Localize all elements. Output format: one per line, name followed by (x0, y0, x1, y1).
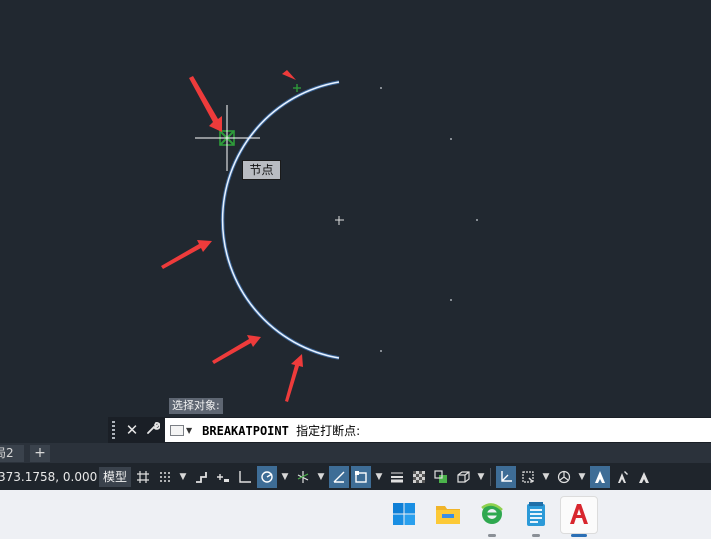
grid-icon[interactable] (133, 466, 153, 488)
running-indicator (488, 534, 496, 537)
arc-center-marker (335, 216, 344, 225)
arc-glow (220, 80, 340, 360)
annotation-scale-icon[interactable] (634, 466, 654, 488)
command-history-prompt: 选择对象: (169, 398, 223, 414)
windows-taskbar (0, 490, 711, 539)
status-bar: 373.1758, 0.0000 模型 ▼ ▼ ▼ ▼ ▼ ▼ ▼ (0, 463, 711, 490)
red-arrow-left (161, 240, 212, 269)
browser-icon[interactable] (477, 499, 507, 529)
add-layout-button[interactable]: + (30, 445, 50, 462)
layout-tab-bar: 局2 + (0, 443, 711, 463)
red-arrow-annotations (161, 70, 303, 402)
command-input[interactable]: ▼ BREAKATPOINT 指定打断点: (165, 418, 711, 442)
isometric-icon[interactable] (293, 466, 313, 488)
autocad-icon[interactable] (564, 499, 594, 529)
drawing-svg (161, 70, 478, 402)
wrench-icon[interactable] (144, 421, 162, 439)
grip-handle-icon[interactable] (112, 421, 120, 439)
lineweight-icon[interactable] (387, 466, 407, 488)
auto-scale-icon[interactable] (612, 466, 632, 488)
running-indicator (532, 534, 540, 537)
chevron-down-icon[interactable]: ▼ (186, 426, 192, 435)
notepad-icon[interactable] (521, 499, 551, 529)
arc-entity[interactable] (221, 81, 340, 359)
canvas-dots (380, 87, 478, 352)
drawing-canvas[interactable]: 节点 选择对象: (0, 0, 711, 443)
chevron-down-icon[interactable]: ▼ (177, 466, 189, 488)
coordinate-readout: 373.1758, 0.0000 (0, 469, 97, 484)
file-explorer-icon[interactable] (433, 499, 463, 529)
dynamic-ucs-icon[interactable] (496, 465, 516, 488)
status-divider (490, 467, 491, 486)
chevron-down-icon[interactable]: ▼ (576, 466, 588, 488)
command-text: BREAKATPOINT 指定打断点: (202, 422, 360, 439)
polar-tracking-icon[interactable] (257, 465, 277, 488)
infer-constraints-icon[interactable] (191, 466, 211, 488)
chevron-down-icon[interactable]: ▼ (279, 466, 291, 488)
command-line-bar: ✕ ▼ BREAKATPOINT 指定打断点: (108, 417, 711, 443)
red-arrow-node (189, 76, 222, 132)
object-snap-icon[interactable] (351, 465, 371, 488)
transparency-icon[interactable] (409, 466, 429, 488)
3d-osnap-icon[interactable] (453, 466, 473, 488)
snap-tooltip: 节点 (242, 160, 281, 180)
gizmo-icon[interactable] (554, 466, 574, 488)
dynamic-input-icon[interactable] (213, 466, 233, 488)
arc-grip-top[interactable] (293, 84, 301, 92)
close-icon[interactable]: ✕ (124, 421, 140, 439)
model-space-button[interactable]: 模型 (99, 466, 131, 487)
red-arrow-top (282, 70, 296, 80)
command-name: BREAKATPOINT (202, 423, 289, 438)
selection-cycling-icon[interactable] (431, 466, 451, 488)
red-arrow-bottom (285, 354, 303, 402)
windows-start-icon[interactable] (389, 499, 419, 529)
command-picker-icon[interactable] (170, 424, 184, 436)
snap-icon[interactable] (155, 466, 175, 488)
chevron-down-icon[interactable]: ▼ (540, 466, 552, 488)
object-snap-tracking-icon[interactable] (329, 465, 349, 488)
active-app-indicator (571, 534, 587, 537)
tab-layout2[interactable]: 局2 (0, 445, 24, 462)
annotation-visibility-icon[interactable] (590, 465, 610, 488)
ortho-icon[interactable] (235, 466, 255, 488)
selection-filter-icon[interactable] (518, 466, 538, 488)
chevron-down-icon[interactable]: ▼ (475, 466, 487, 488)
command-prompt: 指定打断点: (296, 423, 361, 438)
red-arrow-bottom-left (212, 335, 261, 364)
chevron-down-icon[interactable]: ▼ (315, 466, 327, 488)
chevron-down-icon[interactable]: ▼ (373, 466, 385, 488)
